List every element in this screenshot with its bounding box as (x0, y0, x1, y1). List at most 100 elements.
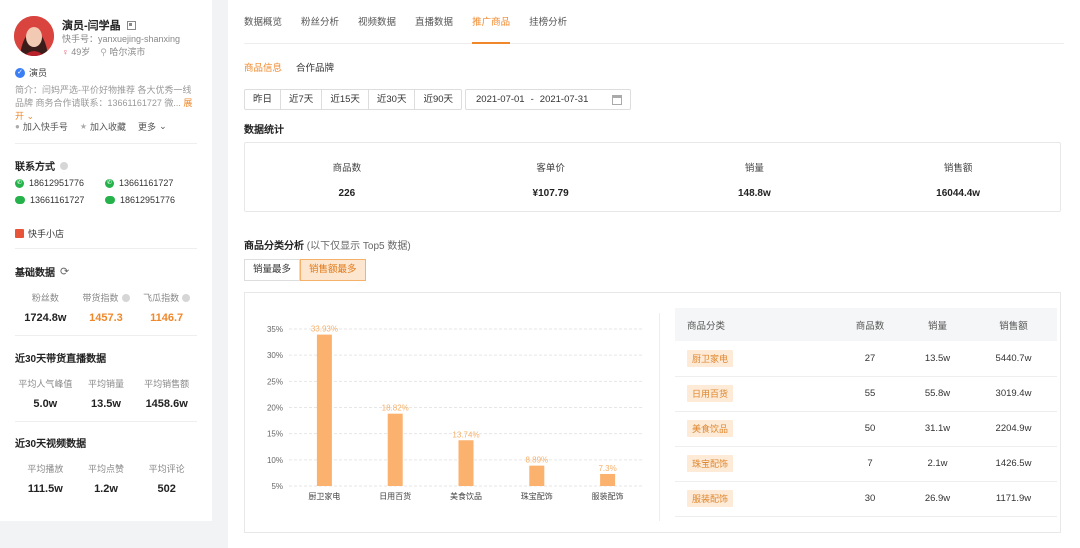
x-tick-label: 服装配饰 (592, 491, 624, 501)
summary-unit-price: 客单价 ¥107.79 (449, 143, 653, 211)
sort-by-revenue-button[interactable]: 销售额最多 (300, 259, 366, 281)
stat-value: 1724.8w (24, 312, 67, 324)
profile-intro: 简介：闫妈严选-平价好物推荐 各大优秀一线品牌 商务合作请联系：13661161… (15, 84, 200, 123)
more-button[interactable]: 更多 ⌄ (138, 120, 167, 133)
stat-label: 平均销量 (87, 379, 124, 389)
table-cell: 1171.9w (970, 481, 1057, 517)
stat-feigua-index: 飞瓜指数 1146.7 (136, 291, 197, 324)
bar (600, 473, 616, 486)
column-header: 商品数 (835, 308, 905, 341)
date-separator: - (530, 94, 534, 105)
category-tag: 日用百货 (687, 385, 734, 402)
info-icon[interactable] (182, 293, 191, 302)
column-header: 销量 (905, 308, 970, 341)
contact-item: ✆ 18612951776 (15, 178, 105, 188)
tab-fans[interactable]: 粉丝分析 (301, 0, 339, 44)
add-kuaishou-button[interactable]: ● 加入快手号 (15, 120, 68, 133)
tab-videos[interactable]: 视频数据 (358, 0, 396, 44)
summary-label: 销售额 (943, 163, 973, 174)
calendar-icon (612, 95, 622, 105)
bar (529, 465, 545, 486)
basic-data-title: 基础数据 ⟳ (15, 264, 69, 279)
bar (316, 334, 332, 486)
table-row[interactable]: 美食饮品 50 31.1w 2204.9w (675, 411, 1057, 447)
range-90d[interactable]: 近90天 (415, 90, 461, 109)
stat-label: 平均评论 (148, 464, 185, 474)
basic-stats: 粉丝数 1724.8w 带货指数 1457.3 飞瓜指数 1146.7 (15, 291, 197, 324)
range-yesterday[interactable]: 昨日 (245, 90, 282, 109)
table-row[interactable]: 日用百货 55 55.8w 3019.4w (675, 376, 1057, 412)
contact-title: 联系方式 (15, 158, 68, 173)
stat-fans: 粉丝数 1724.8w (15, 291, 76, 324)
table-cell: 31.1w (905, 411, 970, 447)
shop-label: 快手小店 (28, 229, 65, 239)
avatar[interactable] (14, 16, 54, 56)
bar (387, 413, 403, 486)
range-7d[interactable]: 近7天 (281, 90, 323, 109)
more-label: 更多 (138, 122, 157, 132)
main-panel: 数据概览 粉丝分析 视频数据 直播数据 推广商品 挂榜分析 商品信息 合作品牌 … (228, 0, 1080, 548)
age-info: ♀ 49岁 (62, 45, 90, 58)
date-start: 2021-07-01 (476, 94, 525, 105)
date-range-picker[interactable]: 2021-07-01 - 2021-07-31 (465, 89, 631, 110)
add-favorite-button[interactable]: ★ 加入收藏 (80, 120, 126, 133)
column-header: 商品分类 (675, 308, 835, 341)
divider (15, 421, 197, 422)
date-range-buttons: 昨日 近7天 近15天 近30天 近90天 (244, 89, 463, 110)
x-tick-label: 日用百货 (379, 491, 411, 501)
y-tick-label: 5% (271, 482, 283, 491)
table-row[interactable]: 珠宝配饰 7 2.1w 1426.5w (675, 446, 1057, 482)
contact-value: 18612951776 (29, 178, 85, 188)
bar-value-label: 33.93% (311, 325, 338, 334)
contact-title-text: 联系方式 (15, 162, 55, 173)
contact-item: ✆ 13661161727 (105, 178, 195, 188)
verified-icon: ✓ (15, 67, 25, 78)
table-row[interactable]: 服装配饰 30 26.9w 1171.9w (675, 481, 1057, 517)
star-icon: ★ (79, 122, 88, 131)
table-cell: 5440.7w (970, 341, 1057, 377)
summary-stats: 商品数 226 客单价 ¥107.79 销量 148.8w 销售额 16044.4w (244, 142, 1061, 212)
stat-avg-likes: 平均点赞 1.2w (76, 462, 137, 495)
bar-value-label: 8.89% (525, 456, 548, 465)
tab-promoted-products[interactable]: 推广商品 (472, 0, 511, 44)
table-cell: 7 (835, 446, 905, 482)
sort-by-sales-button[interactable]: 销量最多 (244, 259, 301, 281)
add-kuaishou-label: 加入快手号 (22, 122, 68, 132)
info-icon[interactable] (60, 161, 68, 170)
tab-ranking[interactable]: 挂榜分析 (529, 0, 567, 44)
table-row[interactable]: 厨卫家电 27 13.5w 5440.7w (675, 341, 1057, 377)
qrcode-icon[interactable] (126, 20, 136, 30)
contact-value: 18612951776 (120, 195, 176, 205)
live30-title: 近30天带货直播数据 (15, 350, 106, 365)
stat-avg-sales: 平均销量 13.5w (76, 377, 137, 410)
stat-avg-revenue: 平均销售额 1458.6w (136, 377, 197, 410)
info-icon[interactable] (121, 293, 130, 302)
y-tick-label: 15% (267, 430, 283, 439)
summary-sales: 销量 148.8w (653, 143, 857, 211)
summary-value: 16044.4w (936, 188, 981, 199)
kuaishou-shop-link[interactable]: 快手小店 (15, 227, 64, 240)
subtab-product-info[interactable]: 商品信息 (244, 60, 282, 74)
tab-overview[interactable]: 数据概览 (244, 0, 282, 44)
summary-product-count: 商品数 226 (245, 143, 449, 211)
stat-avg-peak: 平均人气峰值 5.0w (15, 377, 76, 410)
profile-sidebar: 演员-闫学晶 快手号：yanxuejing-shanxing ♀ 49岁 ⚲ 哈… (0, 0, 212, 521)
table-cell: 55 (835, 376, 905, 412)
live30-title-text: 近30天带货直播数据 (15, 354, 107, 365)
refresh-icon[interactable]: ⟳ (60, 265, 69, 278)
contact-list: ✆ 18612951776 ✆ 13661161727 13661161727 18… (15, 178, 195, 205)
subtab-brands[interactable]: 合作品牌 (296, 60, 334, 74)
stat-avg-plays: 平均播放 111.5w (15, 462, 76, 495)
live30-stats: 平均人气峰值 5.0w 平均销量 13.5w 平均销售额 1458.6w (15, 377, 197, 410)
add-favorite-label: 加入收藏 (90, 122, 127, 132)
x-tick-label: 美食饮品 (450, 491, 482, 501)
contact-value: 13661161727 (30, 195, 85, 205)
category-table: 商品分类 商品数 销量 销售额 厨卫家电 27 13.5w 5440.7w 日用… (675, 308, 1057, 517)
video30-title-text: 近30天视频数据 (15, 439, 87, 450)
city-text: 哈尔滨市 (109, 47, 146, 57)
tab-live[interactable]: 直播数据 (415, 0, 453, 44)
range-15d[interactable]: 近15天 (322, 90, 369, 109)
range-30d[interactable]: 近30天 (369, 90, 416, 109)
stat-value: 111.5w (27, 483, 63, 495)
table-cell: 2.1w (905, 446, 970, 482)
